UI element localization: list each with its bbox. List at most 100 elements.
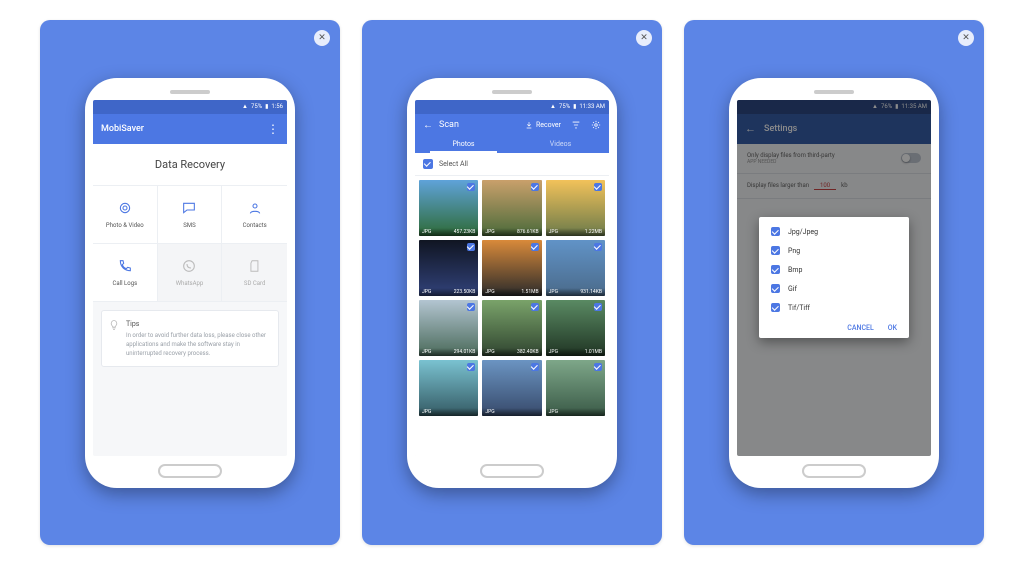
- home-button[interactable]: [480, 464, 544, 478]
- cell-call-logs[interactable]: Call Logs: [93, 244, 158, 302]
- cell-label: Contacts: [243, 222, 267, 229]
- status-bar: ▲ 75% ▮ 1:56: [93, 100, 287, 114]
- photo-thumb[interactable]: JPG 1.22MB: [546, 180, 605, 236]
- dialog-option[interactable]: Png: [771, 246, 897, 255]
- cell-sd-card[interactable]: SD Card: [222, 244, 287, 302]
- battery-icon: ▮: [265, 103, 268, 110]
- back-icon[interactable]: ←: [423, 120, 433, 131]
- photo-thumb[interactable]: JPG457.23KB: [419, 180, 478, 236]
- close-icon[interactable]: ✕: [314, 30, 330, 46]
- cell-contacts[interactable]: Contacts: [222, 186, 287, 244]
- photo-thumb[interactable]: JPG 1.51MB: [482, 240, 541, 296]
- gear-icon[interactable]: [591, 120, 601, 130]
- app-title: MobiSaver: [101, 124, 259, 134]
- photo-thumb[interactable]: JPG: [419, 360, 478, 416]
- checkbox-icon[interactable]: [771, 265, 780, 274]
- close-icon[interactable]: ✕: [958, 30, 974, 46]
- checkbox-icon[interactable]: [467, 363, 475, 371]
- contacts-icon: [247, 200, 263, 216]
- thumb-size: 876.61KB: [517, 229, 539, 235]
- promo-panel-1: ✕ ▲ 75% ▮ 1:56 MobiSaver ⋮ Data Recovery…: [40, 20, 340, 545]
- thumb-size: 457.23KB: [454, 229, 476, 235]
- home-button[interactable]: [802, 464, 866, 478]
- tips-body: In order to avoid further data loss, ple…: [126, 332, 266, 357]
- dialog-option[interactable]: Bmp: [771, 265, 897, 274]
- phone-speaker: [492, 90, 532, 94]
- thumb-format: JPG: [422, 289, 431, 295]
- cell-sms[interactable]: SMS: [158, 186, 223, 244]
- checkbox-icon[interactable]: [594, 303, 602, 311]
- phone-screen-1: ▲ 75% ▮ 1:56 MobiSaver ⋮ Data Recovery P…: [93, 100, 287, 456]
- wifi-icon: ▲: [242, 103, 248, 110]
- option-label: Png: [788, 247, 800, 255]
- checkbox-icon[interactable]: [771, 246, 780, 255]
- phone-frame: ▲ 76% ▮ 11:35 AM ← Settings Only display…: [729, 78, 939, 488]
- checkbox-icon[interactable]: [531, 243, 539, 251]
- home-button[interactable]: [158, 464, 222, 478]
- cell-whatsapp[interactable]: WhatsApp: [158, 244, 223, 302]
- phone-screen-2: ▲ 75% ▮ 11:33 AM ← Scan Recover: [415, 100, 609, 456]
- select-all-label: Select All: [439, 160, 468, 168]
- checkbox-icon[interactable]: [594, 243, 602, 251]
- recover-button[interactable]: Recover: [525, 121, 561, 129]
- close-icon[interactable]: ✕: [636, 30, 652, 46]
- photo-grid[interactable]: JPG457.23KB JPG876.61KB JPG1.22MB JPG223…: [415, 176, 609, 456]
- thumb-format: JPG: [549, 229, 558, 235]
- photo-thumb[interactable]: JPG: [546, 360, 605, 416]
- promo-panel-3: ✕ ▲ 76% ▮ 11:35 AM ← Settings Only displ…: [684, 20, 984, 545]
- status-bar: ▲ 75% ▮ 11:33 AM: [415, 100, 609, 114]
- checkbox-icon[interactable]: [531, 183, 539, 191]
- select-all-row[interactable]: Select All: [415, 153, 609, 176]
- checkbox-icon[interactable]: [467, 183, 475, 191]
- page-title: Data Recovery: [93, 144, 287, 186]
- sd-card-icon: [247, 258, 263, 274]
- checkbox-icon[interactable]: [423, 159, 433, 169]
- dialog-option[interactable]: Gif: [771, 284, 897, 293]
- status-time: 1:56: [271, 103, 283, 110]
- thumb-format: JPG: [549, 289, 558, 295]
- tab-videos[interactable]: Videos: [512, 135, 609, 153]
- filter-icon[interactable]: [571, 120, 581, 130]
- photo-video-icon: [117, 200, 133, 216]
- tab-photos[interactable]: Photos: [415, 135, 512, 153]
- thumb-format: JPG: [485, 409, 494, 415]
- thumb-size: 382.40KB: [517, 349, 539, 355]
- battery-icon: ▮: [573, 103, 576, 110]
- checkbox-icon[interactable]: [531, 363, 539, 371]
- app-bar: ← Scan Recover: [415, 114, 609, 135]
- checkbox-icon[interactable]: [531, 303, 539, 311]
- checkbox-icon[interactable]: [594, 363, 602, 371]
- thumb-size: 1.51MB: [521, 289, 538, 295]
- ok-button[interactable]: OK: [888, 324, 897, 332]
- dialog-option[interactable]: Tif/Tiff: [771, 303, 897, 312]
- checkbox-icon[interactable]: [771, 227, 780, 236]
- photo-thumb[interactable]: JPG294.01KB: [419, 300, 478, 356]
- photo-thumb[interactable]: JPG876.61KB: [482, 180, 541, 236]
- option-label: Jpg/Jpeg: [788, 228, 818, 236]
- photo-thumb[interactable]: JPG: [482, 360, 541, 416]
- photo-thumb[interactable]: JPG 931.14KB: [546, 240, 605, 296]
- cell-label: SMS: [183, 222, 195, 229]
- option-label: Gif: [788, 285, 797, 293]
- checkbox-icon[interactable]: [771, 284, 780, 293]
- cancel-button[interactable]: CANCEL: [847, 324, 873, 332]
- checkbox-icon[interactable]: [467, 303, 475, 311]
- checkbox-icon[interactable]: [467, 243, 475, 251]
- recovery-grid: Photo & Video SMS Contacts: [93, 186, 287, 302]
- thumb-size: 931.14KB: [580, 289, 602, 295]
- dialog-option[interactable]: Jpg/Jpeg: [771, 227, 897, 236]
- photo-thumb[interactable]: JPG1.01MB: [546, 300, 605, 356]
- checkbox-icon[interactable]: [771, 303, 780, 312]
- thumb-size: 294.01KB: [454, 349, 476, 355]
- thumb-size: 1.22MB: [585, 229, 602, 235]
- thumb-format: JPG: [549, 409, 558, 415]
- cell-label: WhatsApp: [176, 280, 204, 287]
- photo-thumb[interactable]: JPG382.40KB: [482, 300, 541, 356]
- modal-overlay: Jpg/Jpeg Png Bmp Gif Tif/Tiff CANCEL OK: [737, 100, 931, 456]
- phone-frame: ▲ 75% ▮ 1:56 MobiSaver ⋮ Data Recovery P…: [85, 78, 295, 488]
- cell-photo-video[interactable]: Photo & Video: [93, 186, 158, 244]
- checkbox-icon[interactable]: [594, 183, 602, 191]
- thumb-format: JPG: [485, 289, 494, 295]
- photo-thumb[interactable]: JPG223.50KB: [419, 240, 478, 296]
- app-title: Scan: [439, 120, 459, 130]
